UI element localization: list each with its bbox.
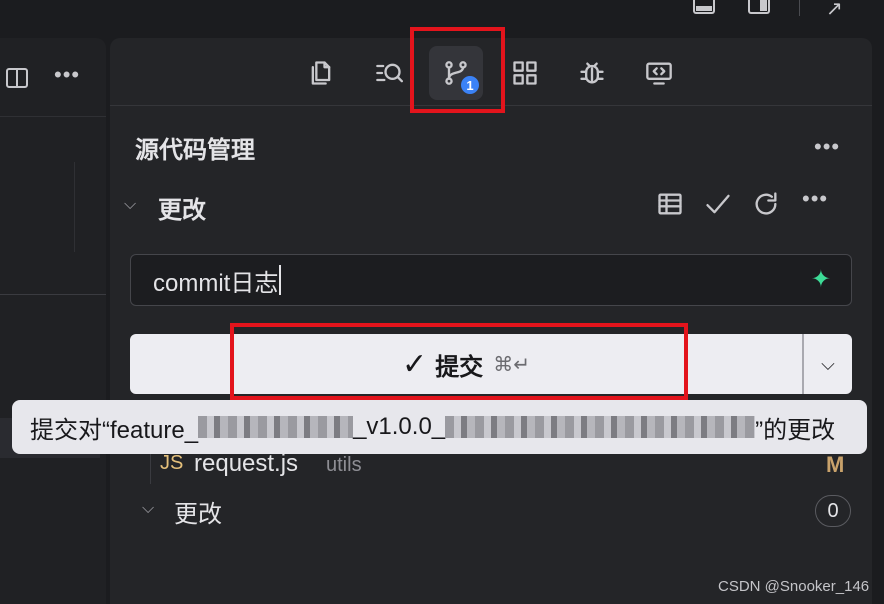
text-cursor	[279, 265, 282, 295]
more-actions-icon[interactable]: •••	[814, 134, 840, 160]
tooltip-arrow	[338, 400, 362, 412]
indent-guide	[74, 162, 75, 252]
bug-icon	[580, 62, 604, 84]
commit-dropdown-button[interactable]: ⌵	[802, 334, 852, 394]
count-badge: 0	[815, 495, 851, 527]
chevron-down-icon[interactable]: ⌵	[142, 500, 154, 518]
highlight-box	[230, 323, 688, 400]
source-control-panel: 1 源代码管理 ••• ⌵ 更改 ••• commit日志 ✦ ✓ 提交 ⌘↵ …	[110, 38, 872, 604]
extensions-icon	[513, 61, 537, 85]
staged-section-header[interactable]: ⌵ 更改 0	[110, 492, 872, 532]
search-tab[interactable]	[362, 46, 416, 100]
editor-panel: •••	[0, 38, 106, 604]
more-actions-icon[interactable]: •••	[54, 62, 80, 88]
view-as-tree-button[interactable]	[656, 190, 686, 220]
tooltip-suffix: ”的更改	[755, 416, 836, 444]
highlight-box	[410, 27, 505, 113]
redacted-text	[198, 416, 354, 438]
watermark: CSDN @Snooker_146	[718, 578, 870, 595]
file-path: utils	[326, 454, 362, 476]
list-tree-icon	[658, 193, 682, 215]
toggle-secondary-sidebar-icon[interactable]	[748, 0, 770, 14]
chevron-down-icon[interactable]: ⌵	[124, 196, 136, 214]
search-icon	[376, 63, 403, 83]
javascript-file-icon: JS	[160, 452, 184, 474]
chevron-down-icon: ⌵	[821, 353, 835, 374]
commit-message-input[interactable]: commit日志 ✦	[130, 254, 852, 306]
split-editor-icon[interactable]	[6, 68, 28, 88]
file-name: request.js	[194, 450, 299, 477]
commit-message-text: commit日志	[153, 269, 279, 297]
remote-tab[interactable]	[632, 46, 686, 100]
explorer-tab[interactable]	[294, 46, 348, 100]
debug-tab[interactable]	[565, 46, 619, 100]
panel-title: 源代码管理	[135, 137, 255, 164]
section-title: 更改	[158, 197, 206, 224]
more-actions-icon[interactable]: •••	[802, 186, 828, 212]
status-badge: M	[826, 452, 845, 477]
changes-section-header[interactable]: ⌵ 更改 •••	[110, 186, 872, 228]
commit-tooltip: 提交对“feature_ _v1.0.0_ ”的更改	[12, 400, 867, 454]
tooltip-prefix: 提交对“feature_	[30, 416, 199, 444]
refresh-icon	[755, 192, 777, 215]
check-icon	[706, 194, 730, 214]
files-icon	[311, 61, 331, 85]
expand-arrow-icon[interactable]: ↗	[826, 0, 843, 21]
commit-check-button[interactable]	[704, 190, 734, 220]
toggle-panel-icon[interactable]	[693, 0, 715, 14]
remote-explorer-icon	[646, 62, 672, 85]
toolbar-divider	[799, 0, 800, 16]
refresh-button[interactable]	[752, 190, 782, 220]
section-title: 更改	[174, 501, 222, 528]
extensions-tab[interactable]	[498, 46, 552, 100]
tooltip-middle: _v1.0.0_	[353, 413, 446, 440]
divider	[0, 116, 106, 117]
ai-sparkle-icon[interactable]: ✦	[811, 265, 831, 294]
redacted-text	[445, 416, 756, 438]
divider	[0, 294, 106, 295]
